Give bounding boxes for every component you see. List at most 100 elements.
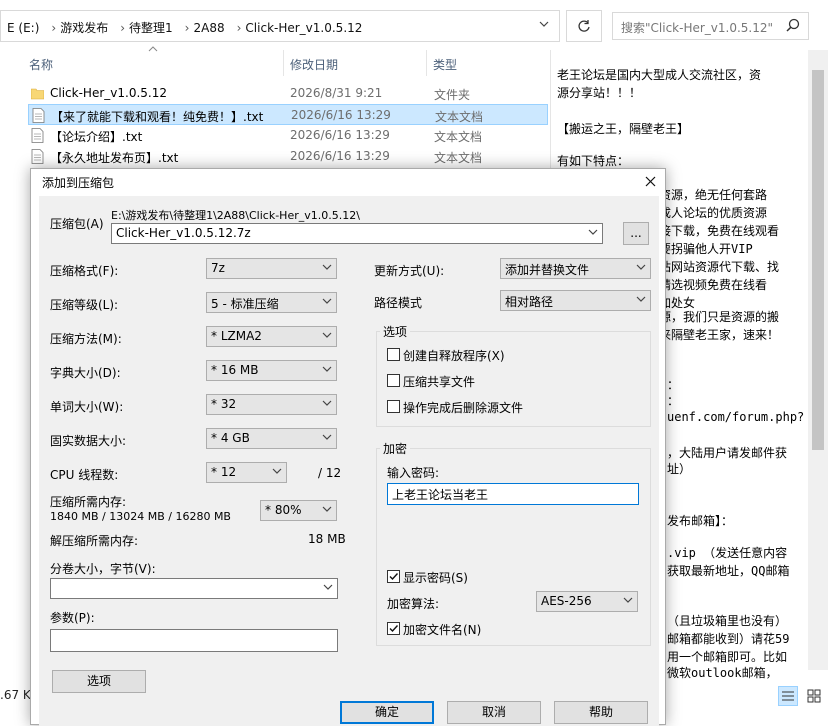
file-name: 【论坛介绍】.txt bbox=[50, 130, 143, 144]
word-size-value: * 32 bbox=[211, 397, 237, 411]
close-icon bbox=[645, 176, 655, 187]
breadcrumb-separator-icon: › bbox=[184, 21, 190, 35]
close-button[interactable] bbox=[637, 171, 663, 193]
show-password-label: 显示密码(S) bbox=[403, 571, 468, 585]
search-icon bbox=[786, 18, 800, 32]
file-name: 【永久地址发布页】.txt bbox=[50, 151, 179, 165]
checkmark-icon bbox=[389, 625, 399, 633]
memory-decompress-label: 解压缩所需内存: bbox=[50, 534, 139, 548]
help-button[interactable]: 帮助 bbox=[554, 701, 648, 724]
file-row[interactable]: 【来了就能下载和观看！纯免费！】.txt 2026/6/16 13:29 文本文… bbox=[28, 104, 548, 125]
split-combobox[interactable] bbox=[50, 578, 338, 599]
refresh-button[interactable] bbox=[566, 10, 602, 42]
chevron-down-icon bbox=[322, 506, 332, 512]
preview-line: 发布邮箱】： bbox=[667, 514, 734, 528]
breadcrumb-item[interactable]: E (E:) bbox=[7, 21, 39, 35]
breadcrumb-item[interactable]: 待整理1 bbox=[129, 21, 173, 35]
file-date: 2026/6/16 13:29 bbox=[290, 149, 390, 163]
ok-button[interactable]: 确定 bbox=[340, 701, 434, 724]
password-input[interactable]: 上老王论坛当老王 bbox=[387, 483, 639, 505]
checkmark-icon bbox=[389, 573, 399, 581]
sfx-checkbox[interactable] bbox=[387, 348, 400, 361]
word-size-select[interactable]: * 32 bbox=[206, 394, 337, 415]
encrypt-filenames-checkbox[interactable] bbox=[387, 622, 400, 635]
preview-line: 源分享站！！！ bbox=[557, 86, 642, 100]
memory-percent-select[interactable]: * 80% bbox=[260, 500, 337, 521]
breadcrumb-item[interactable]: 2A88 bbox=[193, 21, 224, 35]
view-toggle bbox=[776, 686, 826, 706]
level-label: 压缩等级(L): bbox=[50, 298, 119, 312]
file-type: 文本文档 bbox=[434, 130, 483, 144]
file-date: 2026/8/31 9:21 bbox=[290, 86, 383, 100]
chevron-down-icon bbox=[322, 434, 332, 440]
dialog-body: 压缩包(A) E:\游戏发布\待整理1\2A88\Click-Her_v1.0.… bbox=[39, 196, 659, 726]
update-mode-value: 添加并替换文件 bbox=[505, 263, 590, 277]
preview-line: uenf.com/forum.php? bbox=[667, 410, 805, 424]
browse-button[interactable]: ... bbox=[623, 222, 649, 245]
file-type: 文本文档 bbox=[434, 151, 483, 165]
dialog-title: 添加到压缩包 bbox=[42, 176, 115, 190]
cancel-button[interactable]: 取消 bbox=[447, 701, 541, 724]
method-select[interactable]: * LZMA2 bbox=[206, 326, 337, 347]
split-label: 分卷大小，字节(V): bbox=[50, 562, 156, 576]
column-divider[interactable] bbox=[283, 50, 284, 76]
cpu-threads-max: / 12 bbox=[318, 466, 342, 480]
search-input[interactable]: 搜索"Click-Her_v1.0.5.12" bbox=[612, 12, 809, 40]
vertical-scrollbar[interactable] bbox=[808, 50, 828, 670]
text-file-icon bbox=[32, 108, 45, 123]
path-mode-value: 相对路径 bbox=[505, 295, 554, 309]
refresh-icon bbox=[578, 20, 590, 32]
address-bar[interactable]: E (E:) › 游戏发布 › 待整理1 › 2A88 › Click-Her_v1.0.5.1… bbox=[0, 10, 560, 42]
format-label: 压缩格式(F): bbox=[50, 264, 119, 278]
file-row[interactable]: 【论坛介绍】.txt 2026/6/16 13:29 文本文档 bbox=[28, 125, 548, 146]
column-header-name[interactable]: 名称 bbox=[29, 56, 53, 73]
preview-line: 微软outlook邮箱， bbox=[667, 666, 778, 680]
word-size-label: 单词大小(W): bbox=[50, 400, 124, 414]
cpu-threads-label: CPU 线程数: bbox=[50, 468, 119, 482]
encryption-method-select[interactable]: AES-256 bbox=[536, 591, 638, 612]
chevron-down-icon bbox=[322, 264, 332, 270]
dictionary-value: * 16 MB bbox=[211, 363, 259, 377]
scrollbar-thumb[interactable] bbox=[812, 70, 824, 450]
cpu-threads-select[interactable]: * 12 bbox=[206, 462, 287, 483]
show-password-checkbox[interactable] bbox=[387, 570, 400, 583]
shared-files-checkbox[interactable] bbox=[387, 374, 400, 387]
file-type: 文件夹 bbox=[434, 88, 471, 102]
update-mode-select[interactable]: 添加并替换文件 bbox=[500, 258, 651, 279]
level-select[interactable]: 5 - 标准压缩 bbox=[206, 292, 337, 313]
column-divider[interactable] bbox=[426, 50, 427, 76]
delete-after-checkbox[interactable] bbox=[387, 400, 400, 413]
chevron-down-icon bbox=[636, 264, 646, 270]
column-header-type[interactable]: 类型 bbox=[433, 56, 457, 73]
search-placeholder: 搜索"Click-Her_v1.0.5.12" bbox=[621, 21, 774, 35]
details-view-icon[interactable] bbox=[778, 686, 798, 706]
password-label: 输入密码: bbox=[387, 466, 440, 480]
large-icons-view-icon[interactable] bbox=[804, 686, 824, 706]
chevron-down-icon bbox=[323, 584, 333, 590]
file-name: Click-Her_v1.0.5.12 bbox=[50, 86, 167, 100]
path-mode-select[interactable]: 相对路径 bbox=[500, 290, 651, 311]
column-header-date[interactable]: 修改日期 bbox=[290, 56, 338, 73]
chevron-down-icon[interactable] bbox=[539, 19, 549, 29]
format-select[interactable]: 7z bbox=[206, 258, 337, 279]
encryption-method-value: AES-256 bbox=[541, 594, 592, 608]
archive-label: 压缩包(A) bbox=[50, 217, 104, 231]
options-button[interactable]: 选项 bbox=[52, 670, 146, 693]
level-value: 5 - 标准压缩 bbox=[211, 297, 279, 311]
solid-size-select[interactable]: * 4 GB bbox=[206, 428, 337, 449]
encryption-method-label: 加密算法: bbox=[387, 597, 440, 611]
breadcrumb-item[interactable]: Click-Her_v1.0.5.12 bbox=[245, 21, 362, 35]
file-row[interactable]: 【永久地址发布页】.txt 2026/6/16 13:29 文本文档 bbox=[28, 146, 548, 167]
add-to-archive-dialog: 添加到压缩包 压缩包(A) E:\游戏发布\待整理1\2A88\Click-He… bbox=[30, 168, 666, 726]
memory-decompress-value: 18 MB bbox=[308, 532, 346, 546]
memory-compress-value: 1840 MB / 13024 MB / 16280 MB bbox=[50, 510, 231, 523]
dictionary-select[interactable]: * 16 MB bbox=[206, 360, 337, 381]
dialog-titlebar[interactable]: 添加到压缩包 bbox=[31, 169, 665, 195]
params-input[interactable] bbox=[50, 629, 338, 652]
file-row[interactable]: Click-Her_v1.0.5.12 2026/8/31 9:21 文件夹 bbox=[28, 83, 548, 104]
breadcrumb-item[interactable]: 游戏发布 bbox=[60, 21, 108, 35]
archive-name-combobox[interactable]: Click-Her_v1.0.5.12.7z bbox=[111, 223, 603, 244]
chevron-down-icon bbox=[636, 296, 646, 302]
params-label: 参数(P): bbox=[50, 611, 95, 625]
encryption-group-title: 加密 bbox=[380, 440, 411, 457]
